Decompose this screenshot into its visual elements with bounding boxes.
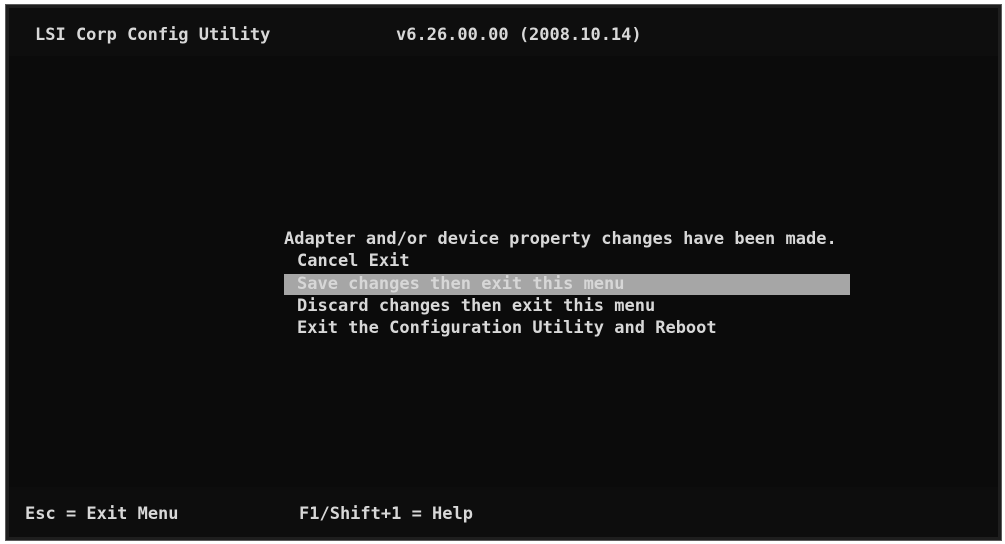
header-bar: LSI Corp Config Utility v6.26.00.00 (200… <box>9 8 998 56</box>
window-frame: LSI Corp Config Utility v6.26.00.00 (200… <box>0 0 1005 544</box>
version-label: v6.26.00.00 (2008.10.14) <box>396 25 642 45</box>
save-and-exit-option[interactable]: Save changes then exit this menu <box>284 274 850 295</box>
help-hint[interactable]: F1/Shift+1 = Help <box>299 504 473 524</box>
footer-bar: Esc = Exit Menu F1/Shift+1 = Help <box>9 487 998 537</box>
changes-message: Adapter and/or device property changes h… <box>284 229 837 249</box>
exit-and-reboot-option[interactable]: Exit the Configuration Utility and Reboo… <box>284 318 844 339</box>
esc-exit-hint[interactable]: Esc = Exit Menu <box>25 504 179 524</box>
cancel-exit-option[interactable]: Cancel Exit <box>284 251 584 272</box>
discard-and-exit-option[interactable]: Discard changes then exit this menu <box>284 296 844 317</box>
bios-screen: LSI Corp Config Utility v6.26.00.00 (200… <box>5 4 1002 541</box>
utility-title: LSI Corp Config Utility <box>35 25 271 45</box>
